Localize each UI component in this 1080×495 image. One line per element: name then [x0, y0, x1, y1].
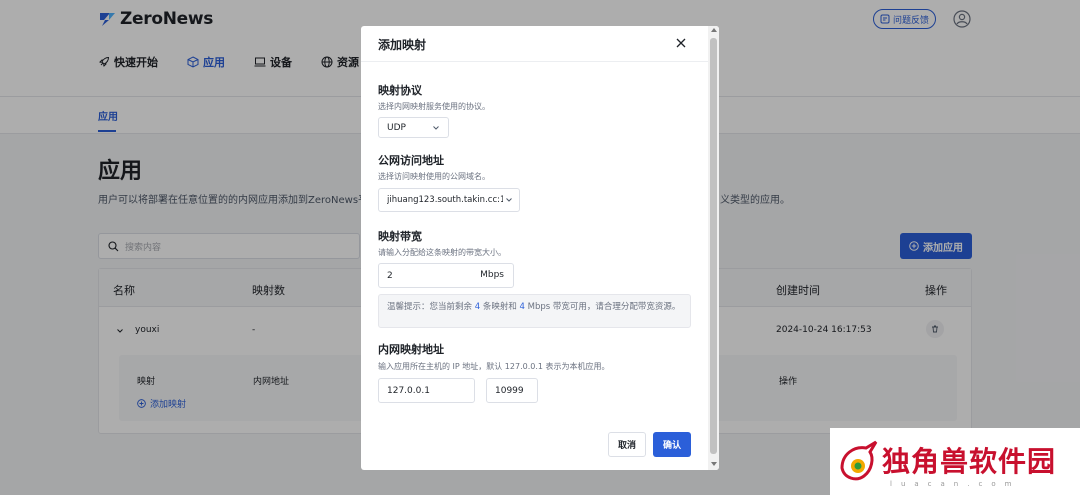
- add-mapping-dialog: 添加映射 映射协议 选择内网映射服务使用的协议。 UDP 公网访问地址 选择访问…: [361, 26, 719, 470]
- inner-port-value: 10999: [495, 385, 524, 396]
- inner-ip-input[interactable]: 127.0.0.1: [378, 378, 475, 403]
- bandwidth-input[interactable]: 2 Mbps: [378, 263, 514, 288]
- dialog-header: 添加映射: [361, 26, 719, 62]
- inner-address-desc: 输入应用所在主机的 IP 地址，默认 127.0.0.1 表示为本机应用。: [378, 362, 610, 371]
- bandwidth-desc: 请输入分配给这条映射的带宽大小。: [378, 248, 506, 257]
- bandwidth-unit: Mbps: [480, 270, 504, 280]
- public-address-value: jihuang123.south.takin.cc:10(: [387, 195, 503, 205]
- protocol-desc: 选择内网映射服务使用的协议。: [378, 102, 490, 111]
- dialog-scrollbar[interactable]: [708, 26, 719, 470]
- confirm-button[interactable]: 确认: [653, 432, 691, 457]
- public-address-desc: 选择访问映射使用的公网域名。: [378, 172, 490, 181]
- bandwidth-label: 映射带宽: [378, 230, 422, 243]
- watermark: 独角兽软件园 luacan.com: [830, 428, 1080, 495]
- protocol-label: 映射协议: [378, 84, 422, 97]
- hint-text: 温馨提示：您当前剩余: [387, 302, 475, 312]
- bandwidth-hint: 温馨提示：您当前剩余 4 条映射和 4 Mbps 带宽可用，请合理分配带宽资源。: [378, 294, 691, 328]
- watermark-text: 独角兽软件园: [882, 445, 1057, 478]
- inner-ip-value: 127.0.0.1: [387, 385, 430, 396]
- inner-port-input[interactable]: 10999: [486, 378, 538, 403]
- cancel-button[interactable]: 取消: [608, 432, 646, 457]
- hint-text: 条映射和: [480, 302, 520, 312]
- close-icon[interactable]: [674, 36, 688, 50]
- watermark-subtext: luacan.com: [890, 480, 1021, 488]
- dialog-title: 添加映射: [378, 38, 427, 52]
- chevron-down-icon: [506, 198, 512, 202]
- scroll-thumb[interactable]: [710, 38, 717, 454]
- protocol-value: UDP: [387, 122, 406, 133]
- hint-text: Mbps 带宽可用，请合理分配带宽资源。: [524, 302, 681, 312]
- protocol-select[interactable]: UDP: [378, 117, 449, 138]
- scroll-up-arrow-icon[interactable]: [711, 28, 717, 32]
- bandwidth-value: 2: [387, 270, 393, 281]
- chevron-down-icon: [433, 126, 439, 130]
- public-address-label: 公网访问地址: [378, 154, 444, 167]
- inner-address-label: 内网映射地址: [378, 343, 444, 356]
- unicorn-logo-icon: [840, 440, 878, 481]
- public-address-select[interactable]: jihuang123.south.takin.cc:10(: [378, 188, 520, 212]
- scroll-down-arrow-icon[interactable]: [711, 462, 717, 466]
